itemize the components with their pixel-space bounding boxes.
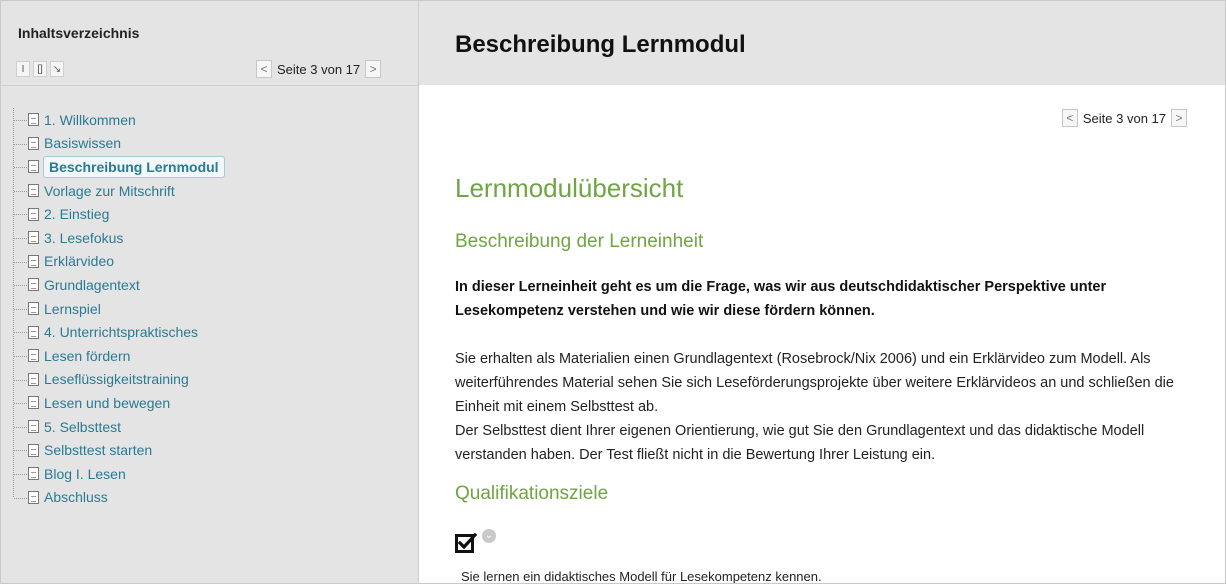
toc-item-label: Abschluss (44, 489, 108, 506)
toc-header: Inhaltsverzeichnis I [] ↘ < Seite 3 von … (1, 1, 418, 86)
toc-item[interactable]: Lesen fördern (1, 344, 419, 368)
toc-item[interactable]: 2. Einstieg (1, 202, 419, 226)
page-icon (28, 113, 39, 127)
page-icon (28, 136, 39, 150)
table-of-contents-panel: Inhaltsverzeichnis I [] ↘ < Seite 3 von … (1, 1, 419, 583)
toc-item[interactable]: Abschluss (1, 486, 419, 510)
toc-item[interactable]: Vorlage zur Mitschrift (1, 179, 419, 203)
toc-tool-button-1[interactable]: I (16, 61, 30, 77)
body-paragraph-1: Sie erhalten als Materialien einen Grund… (455, 351, 1174, 415)
toc-item[interactable]: 3. Lesefokus (1, 226, 419, 250)
toc-item[interactable]: Grundlagentext (1, 273, 419, 297)
page-header: Beschreibung Lernmodul (419, 1, 1225, 85)
next-page-button[interactable]: > (365, 60, 382, 78)
toc-item[interactable]: Blog I. Lesen (1, 462, 419, 486)
page-icon (28, 231, 39, 245)
toc-item[interactable]: 4. Unterrichtspraktisches (1, 320, 419, 344)
page-icon (28, 325, 39, 339)
page-icon (28, 443, 39, 457)
prev-page-button[interactable]: < (1061, 109, 1078, 127)
page-icon (28, 396, 39, 410)
toc-tool-button-3[interactable]: ↘ (50, 61, 64, 77)
toc-item-label: Leseflüssigkeitstraining (44, 371, 189, 388)
toc-tool-button-2[interactable]: [] (33, 61, 47, 77)
page-indicator: Seite 3 von 17 (1082, 110, 1166, 126)
toc-item-label: Blog I. Lesen (44, 465, 126, 482)
app-window: Inhaltsverzeichnis I [] ↘ < Seite 3 von … (0, 0, 1226, 584)
page-icon (28, 160, 39, 174)
prev-page-button[interactable]: < (256, 60, 272, 78)
toc-item[interactable]: 5. Selbsttest (1, 415, 419, 439)
toc-item-label: Beschreibung Lernmodul (43, 155, 225, 178)
page-icon (28, 184, 39, 198)
toc-item-label: Grundlagentext (44, 276, 140, 293)
toc-pager: < Seite 3 von 17 > (256, 60, 382, 78)
page-icon (28, 278, 39, 292)
page-icon (28, 420, 39, 434)
lead-paragraph: In dieser Lerneinheit geht es um die Fra… (455, 279, 1107, 319)
subheading-description: Beschreibung der Lerneinheit (455, 231, 704, 252)
toc-item-label: Selbsttest starten (44, 442, 153, 459)
page-icon (28, 254, 39, 268)
toc-item[interactable]: Erklärvideo (1, 250, 419, 274)
toc-item-label: Lernspiel (44, 300, 101, 317)
subheading-goals: Qualifikationsziele (455, 483, 609, 504)
toc-item[interactable]: Selbsttest starten (1, 438, 419, 462)
page-icon (28, 490, 39, 504)
toc-item[interactable]: Basiswissen (1, 132, 419, 156)
page-indicator: Seite 3 von 17 (277, 61, 361, 77)
toc-item[interactable]: Lernspiel (1, 297, 419, 321)
toc-title: Inhaltsverzeichnis (18, 25, 140, 41)
body-text: Sie erhalten als Materialien einen Grund… (455, 347, 1195, 467)
page-icon (28, 372, 39, 386)
toc-item[interactable]: Lesen und bewegen (1, 391, 419, 415)
toc-item-label: Vorlage zur Mitschrift (44, 182, 175, 199)
toc-item[interactable]: 1. Willkommen (1, 108, 419, 132)
page-icon (28, 349, 39, 363)
chevron-down-icon[interactable]: ⌄ (482, 529, 496, 543)
toc-item-label: 1. Willkommen (44, 111, 136, 128)
content-pager: < Seite 3 von 17 > (1061, 109, 1187, 127)
toc-tree: 1. Willkommen Basiswissen Beschreibung L… (1, 108, 419, 509)
body-paragraph-2: Der Selbsttest dient Ihrer eigenen Orien… (455, 423, 1145, 463)
section-heading: Lernmodulübersicht (455, 173, 684, 203)
goal-item: Sie lernen ein didaktisches Modell für L… (461, 569, 822, 584)
content-area: Beschreibung Lernmodul < Seite 3 von 17 … (419, 1, 1225, 584)
toc-item-label: Erklärvideo (44, 253, 115, 270)
page-icon (28, 207, 39, 221)
toc-item-label: 5. Selbsttest (44, 418, 122, 435)
toc-toolbar: I [] ↘ (16, 61, 67, 77)
page-title: Beschreibung Lernmodul (455, 31, 746, 58)
toc-item-label: Lesen und bewegen (44, 394, 171, 411)
toc-item-active[interactable]: Beschreibung Lernmodul (1, 155, 419, 179)
toc-item[interactable]: Leseflüssigkeitstraining (1, 368, 419, 392)
toc-item-label: Basiswissen (44, 135, 122, 152)
next-page-button[interactable]: > (1171, 109, 1187, 127)
toc-item-label: 2. Einstieg (44, 206, 110, 223)
toc-item-label: Lesen fördern (44, 347, 131, 364)
page-icon (28, 302, 39, 316)
toc-item-label: 4. Unterrichtspraktisches (44, 324, 199, 341)
page-icon (28, 467, 39, 481)
toc-item-label: 3. Lesefokus (44, 229, 124, 246)
checkbox-checked-icon[interactable] (455, 532, 477, 554)
